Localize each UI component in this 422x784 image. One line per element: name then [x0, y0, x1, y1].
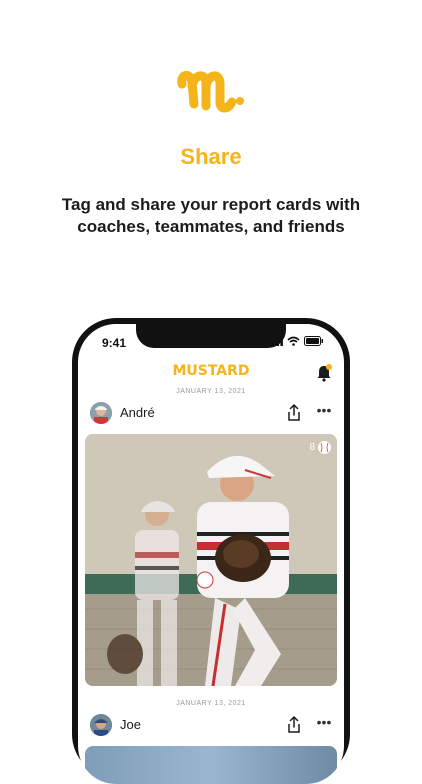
avatar[interactable] — [90, 402, 112, 424]
post-header: André ••• — [90, 402, 332, 426]
promo-subtitle: Tag and share your report cards with coa… — [61, 195, 361, 236]
baseball-icon — [318, 441, 331, 454]
post-photo[interactable] — [85, 746, 337, 784]
more-icon[interactable]: ••• — [316, 715, 332, 734]
post-header: Joe ••• — [90, 714, 332, 738]
status-time: 9:41 — [102, 336, 127, 350]
promo-title: Share — [180, 144, 242, 169]
more-icon[interactable]: ••• — [316, 403, 332, 422]
photo-count: 8 — [309, 442, 315, 453]
wifi-icon — [287, 336, 300, 346]
svg-text:MUSTARD: MUSTARD — [172, 363, 249, 378]
phone-notch — [136, 324, 286, 348]
post-date: JANUARY 13, 2021 — [176, 700, 246, 707]
signal-icon — [269, 336, 283, 346]
post-username[interactable]: André — [120, 405, 155, 420]
phone-screen: 9:41 MUSTARD JANUARY 13, 2021 André ••• … — [78, 324, 344, 784]
post-photo[interactable]: 8 — [85, 434, 337, 686]
bell-icon[interactable] — [316, 364, 332, 382]
brand-wordmark: MUSTARD — [172, 363, 249, 379]
share-icon[interactable] — [286, 716, 302, 734]
battery-icon — [304, 336, 323, 346]
avatar[interactable] — [90, 714, 112, 736]
share-icon[interactable] — [286, 404, 302, 422]
post-username[interactable]: Joe — [120, 717, 141, 732]
baseball-pitcher-image — [85, 434, 337, 686]
app-brand: MUSTARD — [78, 362, 344, 383]
post-date: JANUARY 13, 2021 — [176, 388, 246, 395]
status-icons — [269, 336, 324, 346]
mustard-logo-icon — [177, 71, 244, 113]
